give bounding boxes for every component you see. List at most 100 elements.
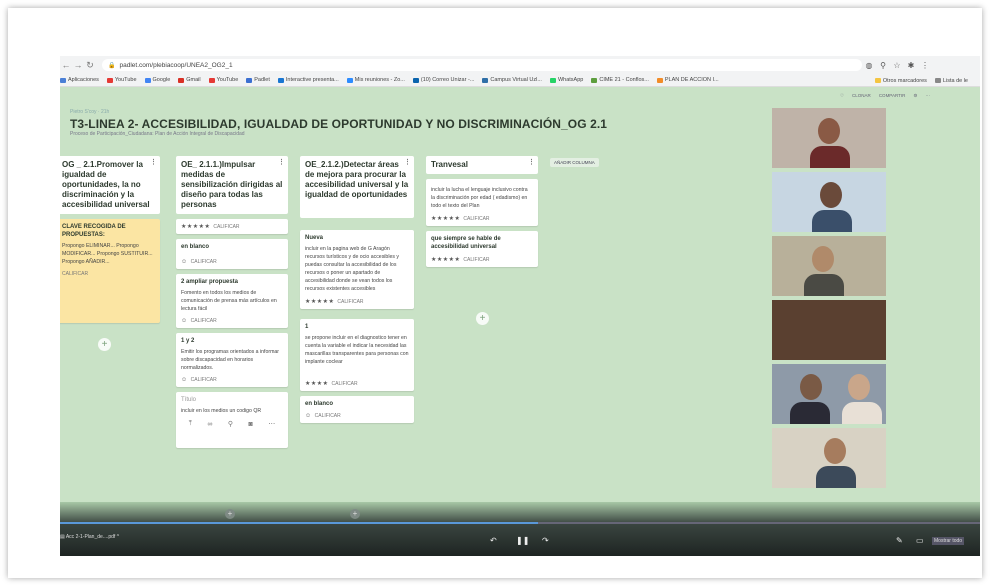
bookmark-apps[interactable]: Aplicaciones (60, 77, 99, 83)
card[interactable]: ★★★★★ CALIFICAR (176, 219, 288, 234)
column-menu-icon[interactable]: ⋮ (150, 158, 157, 168)
more-icon[interactable]: ⋯ (268, 420, 275, 428)
clone-button[interactable]: CLONAR (852, 93, 871, 99)
column-oe-2-1-2: OE_2.1.2.)Detectar áreas de mejora para … (300, 156, 414, 423)
zoom-icon[interactable]: ⚲ (876, 61, 890, 70)
stars-icon[interactable]: ★★★★★ (431, 215, 460, 222)
card[interactable]: 1 se propone incluir en el diagnostico t… (300, 319, 414, 391)
address-bar[interactable]: 🔒 padlet.com/plebiacoop/UNEA2_OG2_1 (102, 59, 862, 71)
back-icon[interactable]: ← (60, 60, 72, 70)
download-item[interactable]: ▤ Acc 2-1-Plan_de....pdf ^ (60, 534, 119, 540)
bookmark-youtube[interactable]: YouTube (106, 77, 137, 83)
link-icon[interactable]: ∞ (207, 421, 212, 428)
stars-icon[interactable]: ★★★★★ (181, 223, 210, 230)
search-icon[interactable]: ⚲ (228, 420, 233, 428)
add-column-button[interactable]: AÑADIR COLUMNA (550, 158, 599, 167)
url-text: padlet.com/plebiacoop/UNEA2_OG2_1 (119, 61, 233, 69)
bookmark-gmail[interactable]: Gmail (178, 77, 201, 83)
share-button[interactable]: COMPARTIR (879, 93, 906, 99)
chevron-up-icon[interactable]: ^ (117, 534, 119, 540)
rate-icon[interactable]: ☺ (305, 413, 312, 419)
person-icon (848, 374, 870, 400)
bookmark-cime[interactable]: CIME 21 - Conflos... (591, 77, 649, 83)
gmail-icon (178, 77, 185, 83)
rating-row[interactable]: CALIFICAR (62, 271, 155, 277)
stars-icon[interactable]: ★★★★★ (431, 256, 460, 263)
pause-icon[interactable]: ❚❚ (516, 536, 529, 545)
video-progress[interactable] (60, 522, 980, 524)
bookmark-youtube-2[interactable]: YouTube (208, 77, 238, 83)
rating-row[interactable]: ★★★★★ CALIFICAR (431, 256, 533, 264)
column-menu-icon[interactable]: ⋮ (278, 158, 285, 168)
stars-icon[interactable]: ★★★★ (305, 380, 329, 387)
browser-toolbar: ← → ↻ 🔒 padlet.com/plebiacoop/UNEA2_OG2_… (60, 56, 980, 74)
card[interactable]: 2 ampliar propuesta Fomento en todos los… (176, 274, 288, 328)
card[interactable]: en blanco ☺ CALIFICAR (176, 239, 288, 269)
card[interactable]: que siempre se hable de accesibilidad un… (426, 231, 538, 267)
participant-video[interactable] (772, 428, 886, 488)
rate-icon[interactable]: ☺ (181, 377, 188, 383)
bookmark-whatsapp[interactable]: WhatsApp (549, 77, 583, 83)
menu-icon[interactable]: ⋮ (918, 61, 932, 70)
rating-row[interactable]: ☺ CALIFICAR (181, 377, 283, 383)
rating-row[interactable]: ★★★★ CALIFICAR (305, 380, 409, 388)
card[interactable]: Nueva incluir en la pagina web de G Arag… (300, 230, 414, 309)
participant-video[interactable] (772, 300, 886, 360)
bookmark-zoom[interactable]: Mis reuniones - Zo... (346, 77, 405, 83)
extension-icon[interactable]: ◍ (862, 61, 876, 70)
card[interactable]: 1 y 2 Emitir los programas orientados a … (176, 333, 288, 387)
bookmarks-right: Otros marcadores Lista de le (868, 74, 976, 86)
add-post-button[interactable]: + (476, 312, 489, 325)
rating-row[interactable]: ★★★★★ CALIFICAR (181, 223, 283, 231)
reading-list[interactable]: Lista de le (934, 78, 968, 84)
column-menu-icon[interactable]: ⋮ (404, 158, 411, 168)
add-post-button[interactable]: + (98, 338, 111, 351)
forward-skip-icon[interactable]: ↷ (542, 536, 549, 545)
heart-icon[interactable]: ♡ (840, 93, 844, 99)
column-header: Tranvesal ⋮ (426, 156, 538, 174)
rating-row[interactable]: ★★★★★ CALIFICAR (305, 298, 409, 306)
participant-video[interactable] (772, 108, 886, 168)
column-menu-icon[interactable]: ⋮ (528, 158, 535, 168)
add-post-button[interactable]: + (225, 509, 235, 519)
camera-icon[interactable]: ◙ (249, 421, 253, 428)
card-editor[interactable]: Título incluir en los medios un codigo Q… (176, 392, 288, 448)
bookmark-interactive[interactable]: Interactive presenta... (277, 77, 339, 83)
bookmark-plan[interactable]: PLAN DE ACCION I... (656, 77, 719, 83)
card[interactable]: CLAVE RECOGIDA DE PROPUESTAS: Propongo E… (60, 219, 160, 323)
rating-row[interactable]: ☺ CALIFICAR (181, 318, 283, 324)
screen-icon[interactable]: ▭ (916, 536, 924, 545)
more-icon[interactable]: ⋯ (925, 93, 930, 99)
column-header: OE_2.1.2.)Detectar áreas de mejora para … (300, 156, 414, 218)
stars-icon[interactable]: ★★★★★ (305, 298, 334, 305)
forward-icon[interactable]: → (72, 60, 84, 70)
pencil-icon[interactable]: ✎ (896, 536, 903, 545)
add-post-button[interactable]: + (350, 509, 360, 519)
settings-icon[interactable]: ⚙ (913, 93, 917, 99)
reload-icon[interactable]: ↻ (84, 60, 96, 71)
card[interactable]: incluir la lucha el lenguaje inclusivo c… (426, 179, 538, 226)
upload-icon[interactable]: ⤒ (189, 420, 192, 428)
rewind-icon[interactable]: ↶ (490, 536, 497, 545)
star-icon[interactable]: ☆ (890, 61, 904, 70)
rate-icon[interactable]: ☺ (181, 318, 188, 324)
rating-row[interactable]: ☺ CALIFICAR (305, 413, 409, 419)
participant-video[interactable] (772, 364, 886, 424)
bookmark-other[interactable]: Otros marcadores (874, 78, 927, 84)
show-all-button[interactable]: Mostrar todo (932, 537, 965, 545)
screenshot-frame: ← → ↻ 🔒 padlet.com/plebiacoop/UNEA2_OG2_… (8, 8, 982, 578)
padlet-icon (246, 77, 253, 83)
bookmark-google[interactable]: Google (144, 77, 170, 83)
card[interactable]: en blanco ☺ CALIFICAR (300, 396, 414, 423)
puzzle-icon[interactable]: ✱ (904, 61, 918, 70)
bookmark-padlet[interactable]: Padlet (246, 77, 270, 83)
video-participants (772, 108, 886, 491)
whatsapp-icon (549, 77, 556, 83)
rating-row[interactable]: ★★★★★ CALIFICAR (431, 215, 533, 223)
bookmark-correo[interactable]: (10) Correo Unizar -... (412, 77, 474, 83)
bookmark-campus[interactable]: Campus Virtual Uzl... (482, 77, 542, 83)
rating-row[interactable]: ☺ CALIFICAR (181, 259, 283, 265)
participant-video[interactable] (772, 172, 886, 232)
rate-icon[interactable]: ☺ (181, 259, 188, 265)
participant-video[interactable] (772, 236, 886, 296)
